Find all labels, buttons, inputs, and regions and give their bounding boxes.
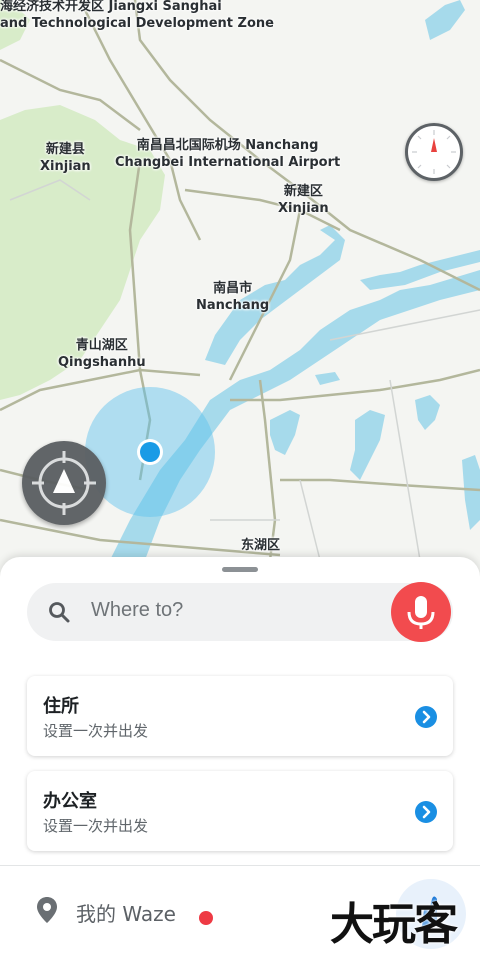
- chevron-right-icon: [415, 801, 437, 823]
- favorite-office-subtitle: 设置一次并出发: [43, 817, 149, 835]
- search-icon: [49, 602, 70, 623]
- notification-dot: [199, 911, 213, 925]
- location-pin-icon: [37, 897, 57, 923]
- favorite-office-title: 办公室: [43, 791, 97, 812]
- map-label-airport: 南昌昌北国际机场 Nanchang Changbei International…: [115, 138, 341, 170]
- map-label-xinjian-district: 新建区 Xinjian: [278, 184, 329, 216]
- compass-icon: [412, 130, 456, 174]
- compass-button[interactable]: [405, 123, 463, 181]
- favorite-home-subtitle: 设置一次并出发: [43, 722, 149, 740]
- favorite-office-card[interactable]: 办公室 设置一次并出发: [27, 771, 453, 851]
- crosshair-icon: [32, 451, 96, 515]
- map-label-qingshanhu: 青山湖区 Qingshanhu: [58, 338, 146, 370]
- map-label-nanchang: 南昌市 Nanchang: [196, 281, 270, 313]
- recenter-button[interactable]: [22, 441, 106, 525]
- map-label-xinjian-county: 新建县 Xinjian: [40, 142, 91, 174]
- my-waze-button[interactable]: 我的 Waze: [76, 898, 176, 927]
- search-input[interactable]: Where to?: [91, 599, 183, 622]
- search-bar[interactable]: Where to?: [27, 582, 453, 642]
- map-view[interactable]: 海经济技术开发区 Jiangxi Sanghai and Technologic…: [0, 0, 480, 600]
- microphone-icon: [407, 596, 435, 629]
- favorite-home-card[interactable]: 住所 设置一次并出发: [27, 676, 453, 756]
- favorite-home-title: 住所: [43, 696, 79, 717]
- map-label-zone: 海经济技术开发区 Jiangxi Sanghai and Technologic…: [0, 0, 274, 31]
- voice-search-button[interactable]: [391, 582, 451, 642]
- chevron-right-icon: [415, 706, 437, 728]
- map-label-donghu: 东湖区: [241, 538, 281, 553]
- sheet-drag-handle[interactable]: [222, 567, 258, 572]
- watermark-logo: 大玩客: [330, 899, 458, 950]
